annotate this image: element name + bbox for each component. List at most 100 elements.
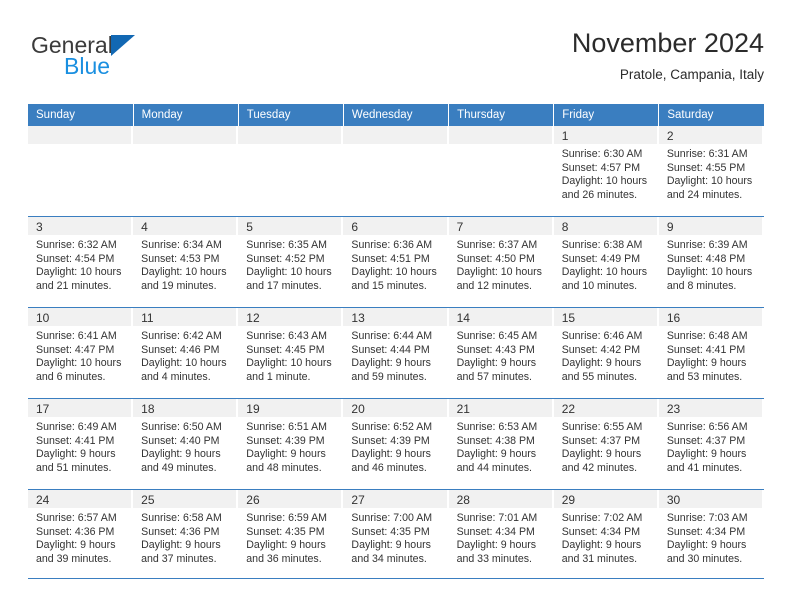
daylight-text-line1: Daylight: 10 hours [456,266,542,279]
day-cell-body: Sunrise: 6:31 AM Sunset: 4:55 PM Daylight:… [659,144,764,202]
day-cell-inner: 20 Sunrise: 6:52 AM Sunset: 4:39 PM Dayligh… [343,399,448,489]
day-cell-body: Sunrise: 6:57 AM Sunset: 4:36 PM Daylight:… [28,508,133,566]
daylight-text-line2: and 34 minutes. [351,552,427,565]
calendar-day-cell[interactable]: 27 Sunrise: 7:00 AM Sunset: 4:35 PM Dayligh… [343,489,449,580]
daylight-text-line2: and 4 minutes. [141,370,211,383]
day-cell-inner: 25 Sunrise: 6:58 AM Sunset: 4:36 PM Dayligh… [133,490,238,580]
daylight-text-line2: and 49 minutes. [141,461,217,474]
day-number-strip: 16 [658,308,762,326]
calendar-day-cell[interactable]: 18 Sunrise: 6:50 AM Sunset: 4:40 PM Dayligh… [133,398,239,490]
calendar-day-cell[interactable]: 10 Sunrise: 6:41 AM Sunset: 4:47 PM Dayligh… [28,307,134,399]
day-cell-inner: 28 Sunrise: 7:01 AM Sunset: 4:34 PM Dayligh… [448,490,554,580]
sunset-text: Sunset: 4:44 PM [351,343,430,356]
day-number-strip: 30 [658,490,762,508]
day-cell-body: Sunrise: 7:01 AM Sunset: 4:34 PM Daylight:… [449,508,554,566]
calendar-day-cell[interactable]: 24 Sunrise: 6:57 AM Sunset: 4:36 PM Dayligh… [28,489,134,580]
calendar-day-cell[interactable]: 19 Sunrise: 6:51 AM Sunset: 4:39 PM Dayligh… [238,398,344,490]
calendar-page: General Blue November 2024 Pratole, Camp… [0,0,792,612]
calendar-day-cell[interactable]: 22 Sunrise: 6:55 AM Sunset: 4:37 PM Dayligh… [553,398,659,490]
day-number: 6 [351,220,359,234]
day-cell-body: Sunrise: 7:03 AM Sunset: 4:34 PM Daylight:… [659,508,764,566]
calendar-day-cell[interactable]: 6 Sunrise: 6:36 AM Sunset: 4:51 PM Daylight… [343,216,449,308]
calendar-day-cell[interactable]: 17 Sunrise: 6:49 AM Sunset: 4:41 PM Dayligh… [28,398,134,490]
calendar-day-cell[interactable]: 12 Sunrise: 6:43 AM Sunset: 4:45 PM Dayligh… [238,307,344,399]
sunset-text: Sunset: 4:36 PM [36,525,115,538]
general-blue-logo[interactable]: General Blue [31,34,211,92]
calendar-day-cell[interactable]: 20 Sunrise: 6:52 AM Sunset: 4:39 PM Dayligh… [343,398,449,490]
day-number: 7 [456,220,464,234]
calendar-day-cell[interactable]: 15 Sunrise: 6:46 AM Sunset: 4:42 PM Dayligh… [553,307,659,399]
day-number: 24 [36,493,50,507]
day-cell-body: Sunrise: 6:37 AM Sunset: 4:50 PM Daylight:… [449,235,554,293]
sunset-text: Sunset: 4:57 PM [561,161,641,174]
calendar-day-cell[interactable]: 16 Sunrise: 6:48 AM Sunset: 4:41 PM Dayligh… [658,307,764,399]
calendar-day-cell[interactable]: 30 Sunrise: 7:03 AM Sunset: 4:34 PM Dayligh… [658,489,764,580]
daylight-text-line2: and 19 minutes. [141,279,217,292]
day-cell-inner: 30 Sunrise: 7:03 AM Sunset: 4:34 PM Dayligh… [658,490,764,580]
sunset-text: Sunset: 4:51 PM [351,252,430,265]
daylight-text-line1: Daylight: 9 hours [141,448,221,461]
calendar-day-cell[interactable]: 23 Sunrise: 6:56 AM Sunset: 4:37 PM Dayligh… [658,398,764,490]
day-cell-inner: 14 Sunrise: 6:45 AM Sunset: 4:43 PM Dayligh… [448,308,554,398]
daylight-text-line2: and 24 minutes. [666,188,743,201]
day-cell-body: Sunrise: 6:51 AM Sunset: 4:39 PM Daylight:… [238,417,343,475]
day-cell-body: Sunrise: 6:34 AM Sunset: 4:53 PM Daylight:… [133,235,238,293]
daylight-text-line1: Daylight: 10 hours [246,357,332,370]
day-number: 25 [141,493,155,507]
daylight-text-line1: Daylight: 10 hours [141,266,227,279]
daylight-text-line1: Daylight: 9 hours [141,539,221,552]
sunrise-text: Sunrise: 7:03 AM [666,512,748,524]
calendar-day-cell[interactable]: 21 Sunrise: 6:53 AM Sunset: 4:38 PM Dayligh… [448,398,554,490]
day-number-strip: 19 [238,399,342,417]
daylight-text-line1: Daylight: 10 hours [141,357,227,370]
day-number-strip: 4 [133,217,237,235]
calendar-day-cell[interactable]: 3 Sunrise: 6:32 AM Sunset: 4:54 PM Daylight… [28,216,134,308]
sunrise-text: Sunrise: 6:43 AM [246,330,327,342]
day-number: 4 [141,220,148,234]
sunset-text: Sunset: 4:37 PM [666,434,746,447]
calendar-day-cell[interactable]: 7 Sunrise: 6:37 AM Sunset: 4:50 PM Daylight… [448,216,554,308]
daylight-text-line2: and 17 minutes. [246,279,322,292]
sunset-text: Sunset: 4:47 PM [36,343,115,356]
day-cell-body: Sunrise: 6:39 AM Sunset: 4:48 PM Daylight:… [659,235,764,293]
calendar-day-cell[interactable]: 13 Sunrise: 6:44 AM Sunset: 4:44 PM Dayligh… [343,307,449,399]
sunset-text: Sunset: 4:45 PM [246,343,325,356]
calendar-header-row: Sunday Monday Tuesday Wednesday Thursday… [28,104,764,126]
calendar-day-cell[interactable]: 25 Sunrise: 6:58 AM Sunset: 4:36 PM Dayligh… [133,489,239,580]
daylight-text-line2: and 37 minutes. [141,552,217,565]
calendar-day-cell[interactable]: 8 Sunrise: 6:38 AM Sunset: 4:49 PM Daylight… [553,216,659,308]
day-cell-inner: 26 Sunrise: 6:59 AM Sunset: 4:35 PM Dayligh… [238,490,343,580]
day-cell-inner: 17 Sunrise: 6:49 AM Sunset: 4:41 PM Dayligh… [28,399,133,489]
day-cell-inner: 4 Sunrise: 6:34 AM Sunset: 4:53 PM Daylight… [133,217,238,307]
calendar-day-cell[interactable]: 14 Sunrise: 6:45 AM Sunset: 4:43 PM Dayligh… [448,307,554,399]
day-cell-inner [238,126,343,216]
calendar-day-cell [448,126,554,217]
day-number-strip [28,126,132,144]
calendar-day-cell[interactable]: 5 Sunrise: 6:35 AM Sunset: 4:52 PM Daylight… [238,216,344,308]
daylight-text-line2: and 39 minutes. [36,552,112,565]
day-cell-inner: 11 Sunrise: 6:42 AM Sunset: 4:46 PM Dayligh… [133,308,238,398]
calendar-day-cell[interactable]: 11 Sunrise: 6:42 AM Sunset: 4:46 PM Dayligh… [133,307,239,399]
sunrise-text: Sunrise: 6:37 AM [456,239,538,251]
daylight-text-line1: Daylight: 9 hours [351,448,431,461]
calendar-day-cell[interactable]: 9 Sunrise: 6:39 AM Sunset: 4:48 PM Daylight… [658,216,764,308]
daylight-text-line2: and 6 minutes. [36,370,106,383]
sunset-text: Sunset: 4:40 PM [141,434,220,447]
day-number-strip: 3 [28,217,132,235]
calendar-day-cell[interactable]: 4 Sunrise: 6:34 AM Sunset: 4:53 PM Daylight… [133,216,239,308]
daylight-text-line2: and 44 minutes. [456,461,532,474]
day-number-strip: 11 [133,308,237,326]
calendar-day-cell[interactable]: 1 Sunrise: 6:30 AM Sunset: 4:57 PM Daylight… [553,126,659,217]
weekday-header-tuesday: Tuesday [238,104,344,126]
day-cell-inner: 19 Sunrise: 6:51 AM Sunset: 4:39 PM Dayligh… [238,399,343,489]
sunrise-text: Sunrise: 6:44 AM [351,330,433,342]
day-cell-inner: 10 Sunrise: 6:41 AM Sunset: 4:47 PM Dayligh… [28,308,133,398]
day-number-strip: 14 [448,308,552,326]
calendar-day-cell[interactable]: 28 Sunrise: 7:01 AM Sunset: 4:34 PM Dayligh… [448,489,554,580]
calendar-day-cell[interactable]: 26 Sunrise: 6:59 AM Sunset: 4:35 PM Dayligh… [238,489,344,580]
day-number: 22 [561,402,576,416]
day-cell-inner: 18 Sunrise: 6:50 AM Sunset: 4:40 PM Dayligh… [133,399,238,489]
day-number-strip: 24 [28,490,132,508]
calendar-day-cell[interactable]: 29 Sunrise: 7:02 AM Sunset: 4:34 PM Dayligh… [553,489,659,580]
calendar-day-cell[interactable]: 2 Sunrise: 6:31 AM Sunset: 4:55 PM Daylight… [658,126,764,217]
